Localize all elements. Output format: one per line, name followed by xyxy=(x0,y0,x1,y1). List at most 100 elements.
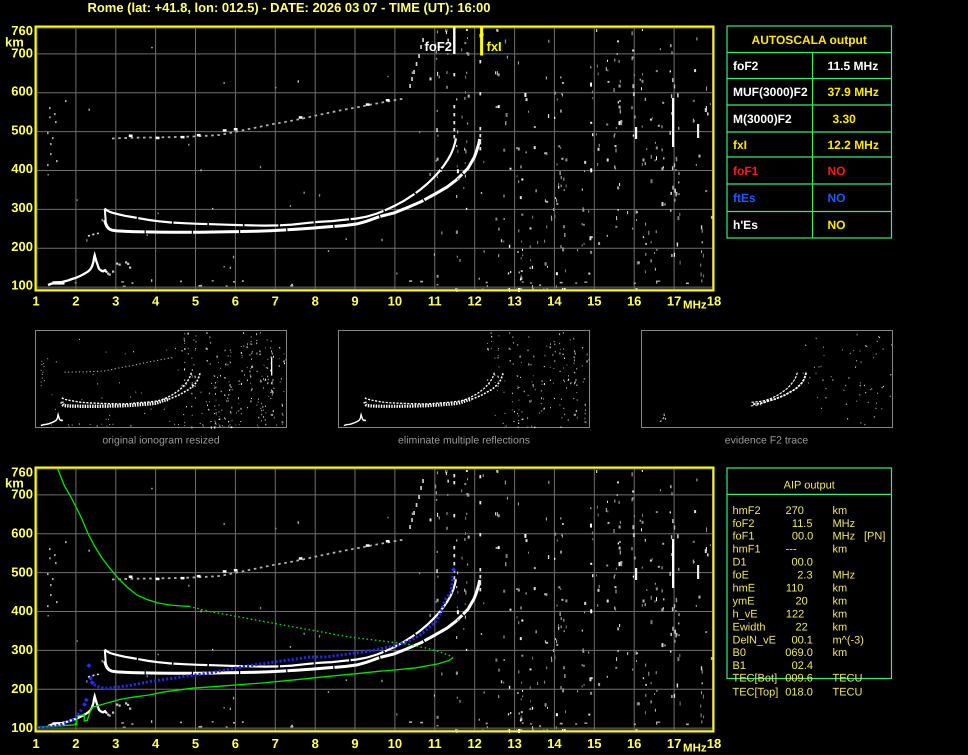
svg-text:h_vE: h_vE xyxy=(733,608,758,620)
svg-text:10: 10 xyxy=(388,294,402,309)
svg-text:foF2: foF2 xyxy=(733,518,755,530)
svg-text:AUTOSCALA output: AUTOSCALA output xyxy=(752,33,867,47)
svg-text:00.0: 00.0 xyxy=(792,531,813,543)
svg-text:NO: NO xyxy=(828,191,846,205)
svg-text:TEC[Top]: TEC[Top] xyxy=(733,686,779,698)
svg-text:---: --- xyxy=(786,544,797,556)
svg-text:TECU: TECU xyxy=(833,673,863,685)
svg-text:h'Es: h'Es xyxy=(733,218,758,232)
svg-text:9: 9 xyxy=(351,294,358,309)
svg-text:4: 4 xyxy=(152,294,160,309)
svg-text:7: 7 xyxy=(272,736,279,751)
svg-text:original ionogram resized: original ionogram resized xyxy=(102,435,219,447)
svg-text:Ewidth: Ewidth xyxy=(733,621,766,633)
svg-text:DelN_vE: DelN_vE xyxy=(733,634,776,646)
svg-text:hmF1: hmF1 xyxy=(733,544,761,556)
svg-text:4: 4 xyxy=(152,736,160,751)
svg-text:km: km xyxy=(5,35,24,50)
svg-text:foF2: foF2 xyxy=(425,39,452,54)
svg-text:MUF(3000)F2: MUF(3000)F2 xyxy=(733,85,808,99)
svg-text:km: km xyxy=(833,608,848,620)
svg-text:NO: NO xyxy=(828,218,846,232)
svg-text:17: 17 xyxy=(667,736,681,751)
svg-text:MHz: MHz xyxy=(683,743,707,755)
svg-text:13: 13 xyxy=(507,736,521,751)
svg-text:6: 6 xyxy=(232,736,239,751)
svg-text:018.0: 018.0 xyxy=(785,686,813,698)
svg-text:B1: B1 xyxy=(733,660,746,672)
svg-text:fxI: fxI xyxy=(487,39,502,54)
svg-text:3: 3 xyxy=(112,294,119,309)
svg-text:12.2 MHz: 12.2 MHz xyxy=(828,138,879,152)
svg-text:18: 18 xyxy=(707,736,721,751)
svg-text:200: 200 xyxy=(11,239,33,254)
svg-text:evidence F2 trace: evidence F2 trace xyxy=(725,435,809,447)
svg-text:17: 17 xyxy=(667,294,681,309)
svg-text:110: 110 xyxy=(786,583,804,595)
svg-text:foE: foE xyxy=(733,570,750,582)
svg-text:15: 15 xyxy=(587,294,601,309)
svg-text:ymE: ymE xyxy=(733,595,755,607)
svg-text:13: 13 xyxy=(507,294,521,309)
svg-text:270: 270 xyxy=(786,505,804,517)
svg-text:2.3: 2.3 xyxy=(797,570,812,582)
svg-text:1: 1 xyxy=(32,294,39,309)
svg-text:5: 5 xyxy=(192,736,199,751)
svg-text:fxI: fxI xyxy=(733,138,747,152)
svg-text:MHz: MHz xyxy=(683,300,707,312)
svg-text:8: 8 xyxy=(312,736,319,751)
svg-text:069.0: 069.0 xyxy=(785,647,813,659)
svg-text:11: 11 xyxy=(428,294,442,309)
svg-text:3: 3 xyxy=(112,736,119,751)
svg-text:MHz: MHz xyxy=(833,531,856,543)
svg-text:11: 11 xyxy=(428,736,442,751)
svg-text:12: 12 xyxy=(467,736,481,751)
svg-text:km: km xyxy=(833,583,848,595)
svg-text:122: 122 xyxy=(786,608,804,620)
svg-text:AIP output: AIP output xyxy=(784,479,835,491)
svg-text:eliminate multiple reflections: eliminate multiple reflections xyxy=(398,435,530,447)
svg-text:37.9 MHz: 37.9 MHz xyxy=(828,85,879,99)
svg-text:hmF2: hmF2 xyxy=(733,505,761,517)
svg-text:02.4: 02.4 xyxy=(792,660,813,672)
svg-text:00.1: 00.1 xyxy=(792,634,813,646)
svg-text:400: 400 xyxy=(11,603,33,618)
svg-text:B0: B0 xyxy=(733,647,746,659)
svg-text:14: 14 xyxy=(547,294,562,309)
svg-text:12: 12 xyxy=(467,294,481,309)
svg-text:18: 18 xyxy=(707,294,721,309)
svg-text:5: 5 xyxy=(192,294,199,309)
svg-text:00.0: 00.0 xyxy=(792,557,813,569)
svg-text:km: km xyxy=(833,505,848,517)
svg-text:15: 15 xyxy=(587,736,601,751)
svg-text:3.30: 3.30 xyxy=(833,112,857,126)
svg-text:Rome (lat: +41.8, lon: 012.5): Rome (lat: +41.8, lon: 012.5) - DATE: 20… xyxy=(88,0,491,15)
svg-text:200: 200 xyxy=(11,681,33,696)
svg-text:m^(-3): m^(-3) xyxy=(833,634,864,646)
svg-text:009.6: 009.6 xyxy=(785,673,813,685)
svg-text:MHz: MHz xyxy=(833,518,856,530)
svg-text:ftEs: ftEs xyxy=(733,191,756,205)
svg-text:600: 600 xyxy=(11,526,33,541)
svg-text:14: 14 xyxy=(547,736,562,751)
svg-text:2: 2 xyxy=(72,294,79,309)
svg-text:20: 20 xyxy=(796,595,808,607)
svg-text:hmE: hmE xyxy=(733,583,756,595)
svg-text:foF1: foF1 xyxy=(733,164,759,178)
svg-text:km: km xyxy=(5,476,24,491)
svg-text:10: 10 xyxy=(388,736,402,751)
svg-text:22: 22 xyxy=(796,621,808,633)
svg-text:7: 7 xyxy=(272,294,279,309)
svg-text:500: 500 xyxy=(11,564,33,579)
svg-text:8: 8 xyxy=(312,294,319,309)
svg-text:NO: NO xyxy=(828,164,846,178)
svg-text:16: 16 xyxy=(627,294,641,309)
svg-text:16: 16 xyxy=(627,736,641,751)
svg-text:foF1: foF1 xyxy=(733,531,755,543)
svg-text:100: 100 xyxy=(11,278,33,293)
svg-text:11.5 MHz: 11.5 MHz xyxy=(828,59,879,73)
svg-text:[PN]: [PN] xyxy=(864,531,885,543)
svg-text:9: 9 xyxy=(351,736,358,751)
svg-text:100: 100 xyxy=(11,720,33,735)
svg-text:400: 400 xyxy=(11,161,33,176)
